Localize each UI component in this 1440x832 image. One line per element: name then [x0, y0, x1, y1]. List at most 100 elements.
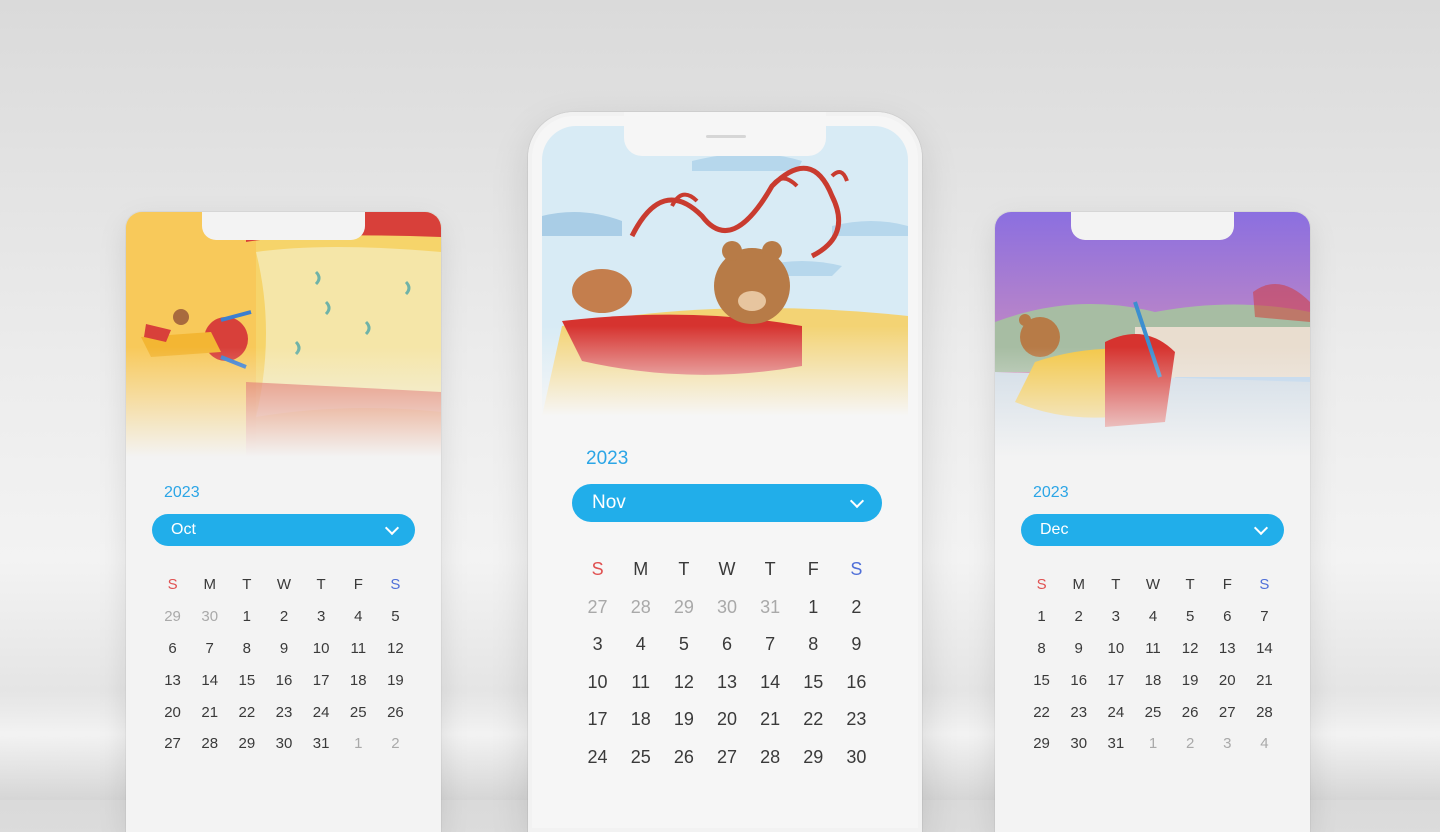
day-cell[interactable]: 1 — [228, 601, 265, 633]
day-cell[interactable]: 11 — [1134, 633, 1171, 665]
day-cell[interactable]: 31 — [1097, 728, 1134, 760]
day-cell[interactable]: 10 — [576, 664, 619, 702]
day-cell[interactable]: 1 — [1023, 601, 1060, 633]
day-cell[interactable]: 27 — [1209, 696, 1246, 728]
day-cell[interactable]: 31 — [749, 589, 792, 627]
month-dropdown[interactable]: Oct — [152, 514, 415, 546]
day-cell[interactable]: 23 — [265, 696, 302, 728]
day-cell[interactable]: 26 — [662, 739, 705, 777]
day-cell[interactable]: 14 — [749, 664, 792, 702]
day-cell[interactable]: 25 — [340, 696, 377, 728]
day-cell[interactable]: 10 — [303, 633, 340, 665]
day-cell[interactable]: 30 — [1060, 728, 1097, 760]
day-cell[interactable]: 11 — [619, 664, 662, 702]
day-cell[interactable]: 17 — [576, 701, 619, 739]
day-cell[interactable]: 18 — [1134, 664, 1171, 696]
day-cell[interactable]: 30 — [835, 739, 878, 777]
day-cell[interactable]: 16 — [265, 664, 302, 696]
month-dropdown[interactable]: Nov — [572, 484, 882, 522]
day-cell[interactable]: 3 — [1097, 601, 1134, 633]
day-cell[interactable]: 22 — [1023, 696, 1060, 728]
day-cell[interactable]: 4 — [1246, 728, 1283, 760]
day-cell[interactable]: 20 — [154, 696, 191, 728]
day-cell[interactable]: 5 — [662, 626, 705, 664]
day-cell[interactable]: 29 — [1023, 728, 1060, 760]
day-cell[interactable]: 3 — [1209, 728, 1246, 760]
day-cell[interactable]: 1 — [340, 728, 377, 760]
day-cell[interactable]: 21 — [191, 696, 228, 728]
day-cell[interactable]: 7 — [749, 626, 792, 664]
day-cell[interactable]: 7 — [1246, 601, 1283, 633]
day-cell[interactable]: 30 — [265, 728, 302, 760]
day-cell[interactable]: 27 — [576, 589, 619, 627]
day-cell[interactable]: 7 — [191, 633, 228, 665]
day-cell[interactable]: 2 — [1060, 601, 1097, 633]
day-cell[interactable]: 12 — [1172, 633, 1209, 665]
day-cell[interactable]: 26 — [1172, 696, 1209, 728]
day-cell[interactable]: 20 — [1209, 664, 1246, 696]
day-cell[interactable]: 11 — [340, 633, 377, 665]
day-cell[interactable]: 29 — [228, 728, 265, 760]
day-cell[interactable]: 22 — [792, 701, 835, 739]
day-cell[interactable]: 6 — [154, 633, 191, 665]
day-cell[interactable]: 17 — [1097, 664, 1134, 696]
day-cell[interactable]: 8 — [1023, 633, 1060, 665]
day-cell[interactable]: 5 — [1172, 601, 1209, 633]
day-cell[interactable]: 4 — [340, 601, 377, 633]
day-cell[interactable]: 13 — [154, 664, 191, 696]
day-cell[interactable]: 29 — [154, 601, 191, 633]
day-cell[interactable]: 28 — [749, 739, 792, 777]
day-cell[interactable]: 27 — [154, 728, 191, 760]
day-cell[interactable]: 30 — [191, 601, 228, 633]
day-cell[interactable]: 23 — [1060, 696, 1097, 728]
day-cell[interactable]: 21 — [749, 701, 792, 739]
day-cell[interactable]: 28 — [1246, 696, 1283, 728]
day-cell[interactable]: 24 — [1097, 696, 1134, 728]
day-cell[interactable]: 12 — [377, 633, 414, 665]
day-cell[interactable]: 14 — [1246, 633, 1283, 665]
day-cell[interactable]: 24 — [303, 696, 340, 728]
day-cell[interactable]: 9 — [265, 633, 302, 665]
day-cell[interactable]: 19 — [662, 701, 705, 739]
day-cell[interactable]: 18 — [340, 664, 377, 696]
day-cell[interactable]: 28 — [619, 589, 662, 627]
day-cell[interactable]: 12 — [662, 664, 705, 702]
day-cell[interactable]: 26 — [377, 696, 414, 728]
day-cell[interactable]: 16 — [1060, 664, 1097, 696]
day-cell[interactable]: 16 — [835, 664, 878, 702]
day-cell[interactable]: 22 — [228, 696, 265, 728]
day-cell[interactable]: 15 — [1023, 664, 1060, 696]
day-cell[interactable]: 31 — [303, 728, 340, 760]
day-cell[interactable]: 4 — [619, 626, 662, 664]
day-cell[interactable]: 13 — [705, 664, 748, 702]
day-cell[interactable]: 1 — [1134, 728, 1171, 760]
day-cell[interactable]: 19 — [1172, 664, 1209, 696]
day-cell[interactable]: 2 — [835, 589, 878, 627]
day-cell[interactable]: 10 — [1097, 633, 1134, 665]
day-cell[interactable]: 19 — [377, 664, 414, 696]
day-cell[interactable]: 3 — [303, 601, 340, 633]
day-cell[interactable]: 29 — [792, 739, 835, 777]
day-cell[interactable]: 23 — [835, 701, 878, 739]
day-cell[interactable]: 6 — [705, 626, 748, 664]
day-cell[interactable]: 14 — [191, 664, 228, 696]
day-cell[interactable]: 29 — [662, 589, 705, 627]
day-cell[interactable]: 8 — [792, 626, 835, 664]
day-cell[interactable]: 1 — [792, 589, 835, 627]
day-cell[interactable]: 5 — [377, 601, 414, 633]
day-cell[interactable]: 28 — [191, 728, 228, 760]
day-cell[interactable]: 9 — [1060, 633, 1097, 665]
day-cell[interactable]: 2 — [377, 728, 414, 760]
day-cell[interactable]: 2 — [1172, 728, 1209, 760]
day-cell[interactable]: 30 — [705, 589, 748, 627]
day-cell[interactable]: 9 — [835, 626, 878, 664]
day-cell[interactable]: 3 — [576, 626, 619, 664]
day-cell[interactable]: 25 — [1134, 696, 1171, 728]
day-cell[interactable]: 6 — [1209, 601, 1246, 633]
day-cell[interactable]: 25 — [619, 739, 662, 777]
day-cell[interactable]: 17 — [303, 664, 340, 696]
day-cell[interactable]: 15 — [228, 664, 265, 696]
day-cell[interactable]: 21 — [1246, 664, 1283, 696]
day-cell[interactable]: 27 — [705, 739, 748, 777]
day-cell[interactable]: 18 — [619, 701, 662, 739]
